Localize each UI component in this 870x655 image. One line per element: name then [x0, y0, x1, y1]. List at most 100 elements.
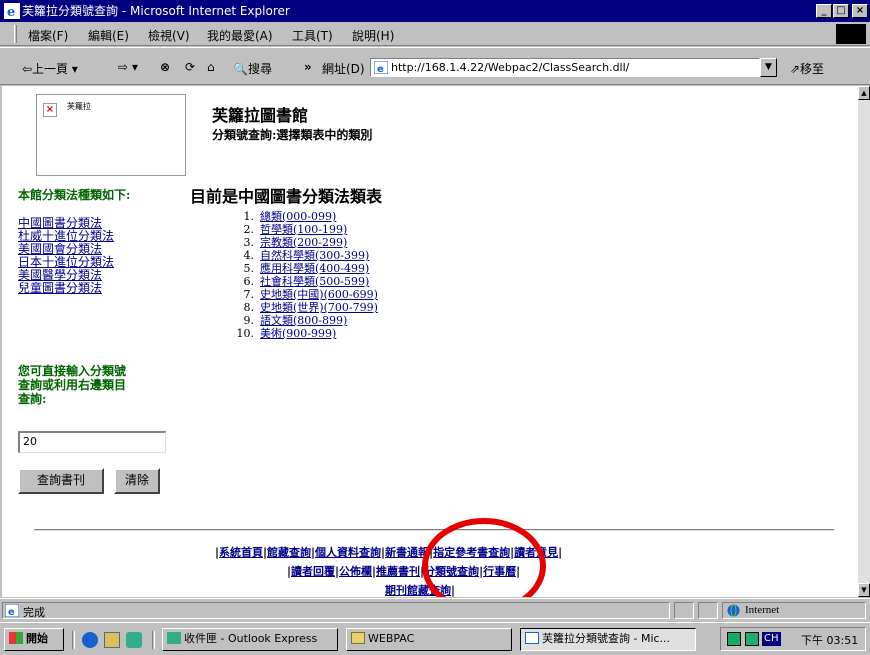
vertical-scrollbar[interactable]: ▲ ▼	[858, 86, 870, 597]
page-icon: e	[374, 61, 388, 74]
menu-favorites[interactable]: 我的最愛(A)	[207, 27, 273, 44]
stop-icon[interactable]: ⊗	[160, 60, 170, 74]
windows-flag-icon	[9, 632, 23, 644]
svg-text:e: e	[8, 607, 15, 617]
address-value: http://168.1.4.22/Webpac2/ClassSearch.dl…	[391, 61, 630, 74]
task-outlook[interactable]: 收件匣 - Outlook Express	[162, 628, 338, 651]
systems-heading: 本館分類法種類如下:	[18, 188, 131, 202]
ime-indicator[interactable]: CH	[762, 632, 781, 646]
class-item: 6. 社會科學類(500-599)	[243, 275, 370, 288]
window-title-bar[interactable]: e 芙籮拉分類號查詢 - Microsoft Internet Explorer…	[0, 0, 870, 22]
ie-quicklaunch-icon[interactable]	[82, 632, 98, 648]
footer-nav-row-3: 期刊館藏查詢|	[385, 584, 456, 597]
input-tray-icon[interactable]	[745, 632, 759, 646]
scroll-up-button[interactable]: ▲	[858, 86, 870, 100]
logo-alt-text: 芙籮拉	[67, 102, 91, 111]
menu-edit[interactable]: 編輯(E)	[88, 27, 129, 44]
status-text: 完成	[23, 606, 45, 619]
hint-line-3: 查詢:	[18, 392, 47, 406]
tray-clock: 下午 03:51	[801, 634, 859, 647]
class-item: 9. 語文類(800-899)	[243, 314, 348, 327]
folder-icon	[351, 632, 365, 644]
class-item: 3. 宗教類(200-299)	[243, 236, 348, 249]
menu-help[interactable]: 說明(H)	[352, 27, 394, 44]
window-title: 芙籮拉分類號查詢 - Microsoft Internet Explorer	[22, 4, 290, 18]
footer-link-replies[interactable]: 讀者回覆	[291, 565, 335, 578]
windows-logo-icon	[836, 24, 866, 44]
globe-icon	[727, 604, 740, 617]
task-ie-active[interactable]: 芙籮拉分類號查詢 - Mic...	[520, 628, 696, 651]
menu-view[interactable]: 檢視(V)	[148, 27, 190, 44]
scroll-down-button[interactable]: ▼	[858, 583, 870, 597]
refresh-icon[interactable]: ⟳	[185, 60, 195, 74]
system-link-children[interactable]: 兒童圖書分類法	[18, 279, 102, 296]
menu-bar: 檔案(F) 編輯(E) 檢視(V) 我的最愛(A) 工具(T) 說明(H)	[0, 22, 870, 46]
footer-link-home[interactable]: 系統首頁	[219, 546, 263, 559]
library-name: 芙籮拉圖書館	[212, 106, 309, 125]
svg-text:e: e	[7, 5, 15, 19]
class-item: 8. 史地類(世界)(700-799)	[243, 301, 378, 314]
address-field[interactable]: e http://168.1.4.22/Webpac2/ClassSearch.…	[370, 58, 760, 77]
ie-logo-icon: e	[4, 3, 20, 19]
class-link[interactable]: 美術(900-999)	[260, 327, 336, 340]
query-button[interactable]: 查詢書刊	[18, 468, 104, 494]
class-item: 4. 自然科學類(300-399)	[243, 249, 370, 262]
footer-nav-row-1: |系統首頁|館藏查詢|個人資料查詢|新書通報|指定參考書查詢|讀者意見|	[215, 546, 563, 559]
footer-link-catalog[interactable]: 館藏查詢	[267, 546, 311, 559]
class-table-title: 目前是中國圖書分類法類表	[190, 187, 383, 206]
go-button[interactable]: ⇗移至	[790, 60, 824, 77]
toolbar-more-button[interactable]: »	[304, 60, 312, 74]
taskbar-separator	[72, 631, 75, 649]
close-button[interactable]: ×	[852, 4, 868, 18]
footer-link-recommend[interactable]: 推薦書刊	[376, 565, 420, 578]
desktop-quicklaunch-icon[interactable]	[104, 632, 120, 648]
class-number-input[interactable]: 20	[18, 431, 166, 453]
toolbar: ⇦上一頁 ▾ ⇨ ▾ ⊗ ⟳ ⌂ 🔍搜尋 » 網址(D) e http://16…	[0, 47, 870, 85]
outlook-quicklaunch-icon[interactable]	[126, 632, 142, 648]
footer-link-feedback[interactable]: 讀者意見	[514, 546, 558, 559]
footer-link-periodicals[interactable]: 期刊館藏查詢	[385, 584, 451, 597]
address-dropdown-button[interactable]: ▼	[760, 58, 777, 77]
class-item: 1. 總類(000-099)	[243, 210, 337, 223]
taskbar-separator	[152, 631, 155, 649]
start-button[interactable]: 開始	[4, 628, 64, 651]
clear-button[interactable]: 清除	[114, 468, 160, 494]
taskbar: 開始 收件匣 - Outlook Express WEBPAC 芙籮拉分類號查詢…	[0, 622, 870, 655]
footer-link-reserves[interactable]: 指定參考書查詢	[433, 546, 510, 559]
class-item: 10. 美術(900-999)	[236, 327, 337, 340]
status-panel: e 完成	[2, 602, 670, 619]
footer-link-bulletin[interactable]: 公佈欄	[339, 565, 372, 578]
page-done-icon: e	[5, 604, 19, 617]
search-button[interactable]: 🔍搜尋	[233, 60, 272, 77]
task-webpac[interactable]: WEBPAC	[346, 628, 512, 651]
minimize-button[interactable]: _	[816, 4, 832, 18]
footer-link-new-books[interactable]: 新書通報	[385, 546, 429, 559]
class-item: 2. 哲學類(100-199)	[243, 223, 348, 236]
menu-tools[interactable]: 工具(T)	[292, 27, 333, 44]
footer-divider	[34, 529, 834, 531]
status-bar: e 完成 Internet	[0, 598, 870, 620]
footer-link-calendar[interactable]: 行事曆	[483, 565, 516, 578]
forward-button[interactable]: ⇨ ▾	[118, 60, 138, 74]
zone-text: Internet	[745, 604, 780, 616]
menu-file[interactable]: 檔案(F)	[28, 27, 68, 44]
network-icon[interactable]	[727, 632, 741, 646]
zone-panel: Internet	[722, 602, 866, 619]
address-label: 網址(D)	[322, 62, 365, 76]
page-subtitle: 分類號查詢:選擇類表中的類別	[212, 128, 373, 142]
broken-image-icon: ×	[43, 103, 57, 117]
mail-icon	[167, 632, 181, 644]
status-panel-empty	[698, 602, 718, 619]
svg-text:e: e	[377, 64, 384, 74]
back-button[interactable]: ⇦上一頁 ▾	[22, 60, 78, 77]
footer-link-class-search[interactable]: 分類號查詢	[424, 565, 479, 578]
maximize-button[interactable]: □	[833, 4, 849, 18]
class-item: 7. 史地類(中國)(600-699)	[243, 288, 378, 301]
footer-link-patron[interactable]: 個人資料查詢	[315, 546, 381, 559]
footer-nav-row-2: |讀者回覆|公佈欄|推薦書刊|分類號查詢|行事曆|	[287, 565, 521, 578]
status-panel-empty	[674, 602, 694, 619]
page-content: × 芙籮拉 芙籮拉圖書館 分類號查詢:選擇類表中的類別 本館分類法種類如下: 中…	[2, 86, 858, 597]
ie-page-icon	[525, 632, 539, 644]
home-icon[interactable]: ⌂	[207, 60, 215, 74]
system-tray: CH 下午 03:51	[720, 627, 866, 651]
